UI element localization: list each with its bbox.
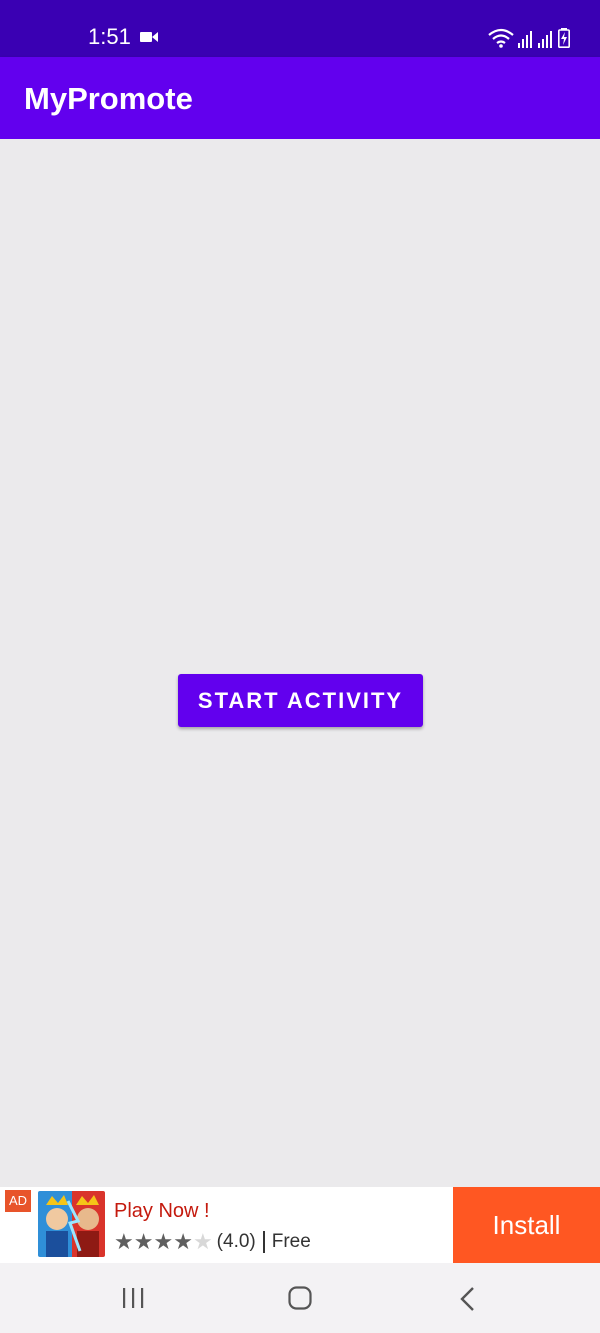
star-filled-icon: ★ bbox=[173, 1229, 193, 1254]
ad-banner[interactable]: AD Play Now ! ★ ★ ★ ★ ★ (4.0) Free Insta… bbox=[0, 1187, 600, 1263]
start-activity-button[interactable]: START ACTIVITY bbox=[178, 674, 423, 727]
signal-icon bbox=[538, 31, 552, 48]
video-icon bbox=[140, 32, 158, 42]
ad-app-thumbnail[interactable] bbox=[38, 1191, 105, 1257]
ad-badge: AD bbox=[5, 1190, 31, 1212]
recent-apps-icon[interactable] bbox=[121, 1287, 145, 1309]
wifi-icon bbox=[488, 28, 514, 48]
back-icon[interactable] bbox=[458, 1286, 478, 1312]
signal-icon bbox=[518, 31, 532, 48]
status-icons bbox=[488, 24, 570, 48]
main-content: START ACTIVITY bbox=[0, 139, 600, 1187]
app-title: MyPromote bbox=[24, 81, 193, 116]
star-filled-icon: ★ bbox=[153, 1229, 174, 1254]
navigation-bar bbox=[0, 1263, 600, 1333]
status-time: 1:51 bbox=[88, 24, 131, 49]
battery-charging-icon bbox=[558, 28, 570, 48]
ad-divider bbox=[262, 1231, 265, 1253]
ad-meta: ★ ★ ★ ★ ★ (4.0) Free bbox=[114, 1229, 311, 1255]
star-filled-icon: ★ bbox=[114, 1229, 134, 1254]
status-bar: 1:51 bbox=[0, 0, 600, 57]
install-button[interactable]: Install bbox=[453, 1187, 600, 1263]
ad-rating: (4.0) bbox=[216, 1231, 256, 1252]
ad-title[interactable]: Play Now ! bbox=[114, 1198, 210, 1224]
app-bar: MyPromote bbox=[0, 57, 600, 139]
home-icon[interactable] bbox=[288, 1286, 312, 1310]
star-filled-icon: ★ bbox=[133, 1229, 154, 1254]
star-empty-icon: ★ bbox=[192, 1229, 213, 1254]
ad-price: Free bbox=[271, 1231, 311, 1252]
